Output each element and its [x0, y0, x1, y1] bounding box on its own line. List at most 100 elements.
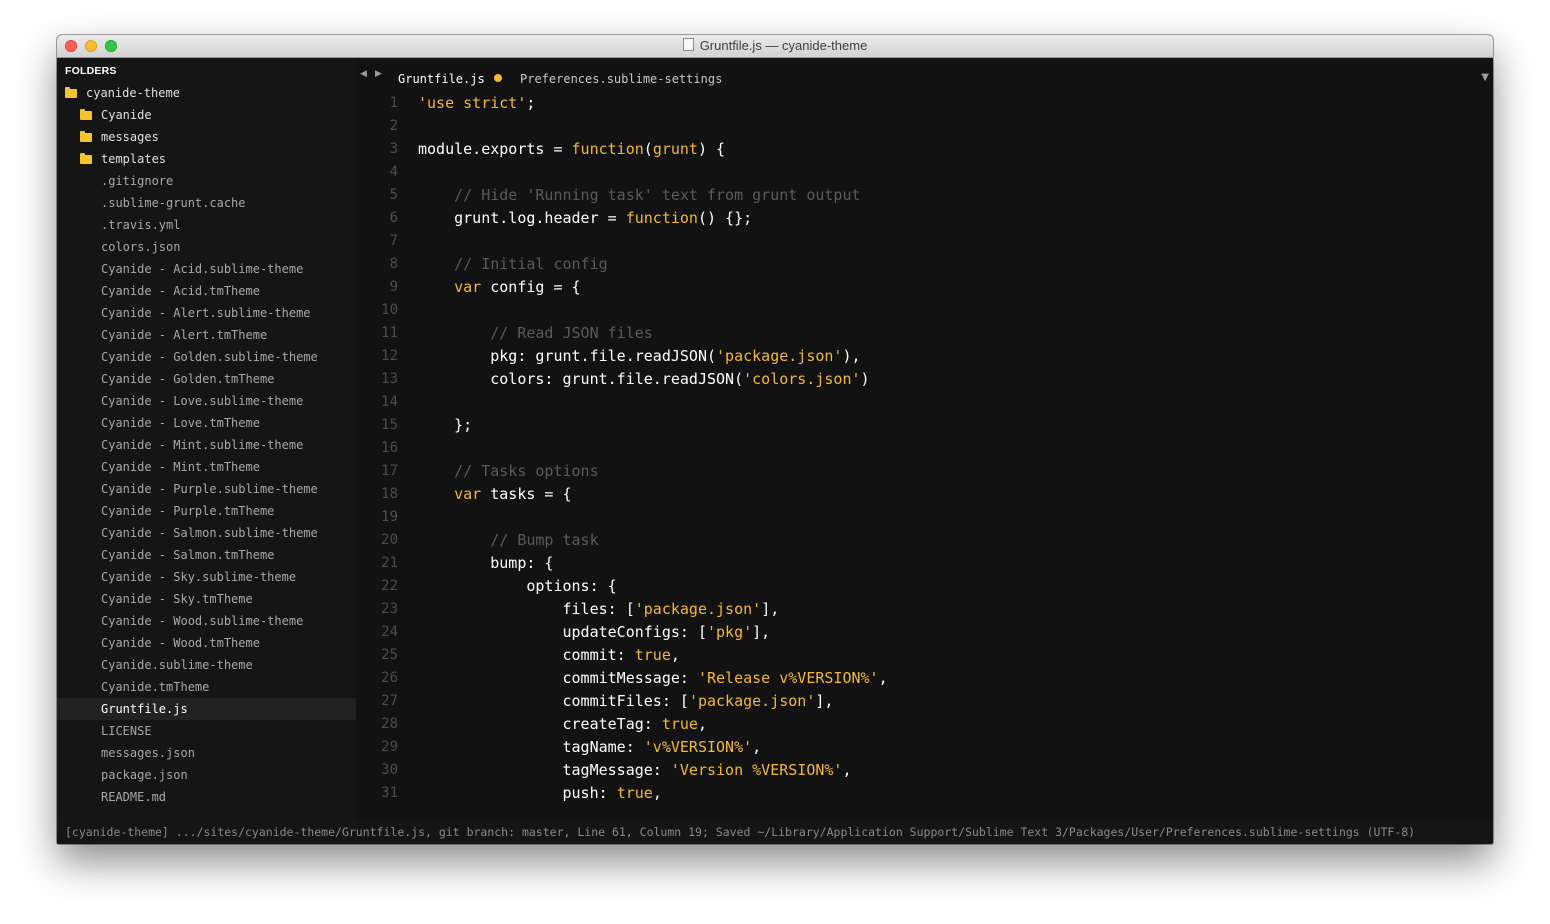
code-token: grunt	[652, 140, 698, 158]
code-line[interactable]: 14	[356, 391, 1493, 414]
code-line[interactable]: 16	[356, 437, 1493, 460]
tree-file[interactable]: Cyanide - Golden.tmTheme	[57, 368, 356, 390]
code-line[interactable]: 4	[356, 161, 1493, 184]
code-token: tagName:	[418, 738, 644, 756]
code-line[interactable]: 23 files: ['package.json'],	[356, 598, 1493, 621]
code-text: commitFiles: ['package.json'],	[418, 690, 833, 713]
tree-file[interactable]: Cyanide.sublime-theme	[57, 654, 356, 676]
tree-folder[interactable]: messages	[57, 126, 356, 148]
line-number: 29	[381, 739, 398, 755]
line-number: 20	[381, 532, 398, 548]
tree-file[interactable]: Cyanide - Wood.sublime-theme	[57, 610, 356, 632]
tab-scroll-right-icon[interactable]: ▶	[375, 69, 382, 79]
tree-file[interactable]: Cyanide - Alert.tmTheme	[57, 324, 356, 346]
line-number: 19	[381, 509, 398, 525]
tree-file[interactable]: Cyanide - Mint.tmTheme	[57, 456, 356, 478]
code-line[interactable]: 25 commit: true,	[356, 644, 1493, 667]
code-line[interactable]: 24 updateConfigs: ['pkg'],	[356, 621, 1493, 644]
code-line[interactable]: 3 module.exports = function(grunt) {	[356, 138, 1493, 161]
tree-file[interactable]: .travis.yml	[57, 214, 356, 236]
tree-file[interactable]: colors.json	[57, 236, 356, 258]
minimize-window-button[interactable]	[85, 40, 97, 52]
tree-file[interactable]: Cyanide - Alert.sublime-theme	[57, 302, 356, 324]
tab-preferences[interactable]: Preferences.sublime-settings	[520, 58, 722, 92]
tree-file[interactable]: Cyanide - Wood.tmTheme	[57, 632, 356, 654]
code-token: true	[616, 784, 653, 802]
code-line[interactable]: 6 grunt.log.header = function() {};	[356, 207, 1493, 230]
tree-file[interactable]: messages.json	[57, 742, 356, 764]
code-token: 'package.json'	[634, 600, 762, 618]
code-line[interactable]: 13 colors: grunt.file.readJSON('colors.j…	[356, 368, 1493, 391]
tree-item-label: Cyanide - Acid.tmTheme	[101, 284, 260, 298]
code-token: push:	[418, 784, 617, 802]
tree-file[interactable]: Cyanide - Purple.sublime-theme	[57, 478, 356, 500]
tree-file[interactable]: Cyanide - Mint.sublime-theme	[57, 434, 356, 456]
code-line[interactable]: 29 tagName: 'v%VERSION%',	[356, 736, 1493, 759]
tree-file[interactable]: .gitignore	[57, 170, 356, 192]
tree-file[interactable]: README.md	[57, 786, 356, 808]
code-line[interactable]: 7	[356, 230, 1493, 253]
code-line[interactable]: 10	[356, 299, 1493, 322]
tree-file[interactable]: Cyanide - Love.sublime-theme	[57, 390, 356, 412]
code-line[interactable]: 20 // Bump task	[356, 529, 1493, 552]
tree-file[interactable]: Cyanide - Golden.sublime-theme	[57, 346, 356, 368]
code-line[interactable]: 1 'use strict';	[356, 92, 1493, 115]
tree-item-label: README.md	[101, 790, 167, 804]
tree-folder[interactable]: templates	[57, 148, 356, 170]
close-window-button[interactable]	[65, 40, 77, 52]
code-token: function	[625, 209, 698, 227]
tab-gruntfile[interactable]: Gruntfile.js	[398, 58, 502, 92]
code-line[interactable]: 27 commitFiles: ['package.json'],	[356, 690, 1493, 713]
code-text: var tasks = {	[418, 483, 571, 506]
code-line[interactable]: 30 tagMessage: 'Version %VERSION%',	[356, 759, 1493, 782]
line-number: 14	[381, 394, 398, 410]
code-line[interactable]: 9 var config = {	[356, 276, 1493, 299]
tree-file[interactable]: LICENSE	[57, 720, 356, 742]
tree-root-folder[interactable]: cyanide-theme	[57, 82, 356, 104]
tree-file[interactable]: Cyanide - Purple.tmTheme	[57, 500, 356, 522]
code-line[interactable]: 2	[356, 115, 1493, 138]
tree-file[interactable]: Cyanide - Acid.tmTheme	[57, 280, 356, 302]
code-line[interactable]: 26 commitMessage: 'Release v%VERSION%',	[356, 667, 1493, 690]
tree-item-label: Cyanide.tmTheme	[101, 680, 210, 694]
code-line[interactable]: 17 // Tasks options	[356, 460, 1493, 483]
tree-file[interactable]: .sublime-grunt.cache	[57, 192, 356, 214]
tab-list-dropdown-icon[interactable]: ▼	[1481, 72, 1489, 83]
tree-item-label: Cyanide - Golden.tmTheme	[101, 372, 275, 386]
code-token: module.exports =	[418, 140, 572, 158]
tree-file-selected[interactable]: Gruntfile.js	[57, 698, 356, 720]
tree-file[interactable]: Cyanide - Love.tmTheme	[57, 412, 356, 434]
code-line[interactable]: 15 };	[356, 414, 1493, 437]
tree-item-label: messages.json	[101, 746, 195, 760]
tree-file[interactable]: Cyanide - Salmon.tmTheme	[57, 544, 356, 566]
code-line[interactable]: 22 options: {	[356, 575, 1493, 598]
code-line[interactable]: 31 push: true,	[356, 782, 1493, 805]
tree-file[interactable]: Cyanide - Acid.sublime-theme	[57, 258, 356, 280]
tree-item-label: Cyanide - Wood.tmTheme	[101, 636, 260, 650]
tree-item-label: package.json	[101, 768, 188, 782]
code-line[interactable]: 12 pkg: grunt.file.readJSON('package.jso…	[356, 345, 1493, 368]
line-number: 23	[381, 601, 398, 617]
code-line[interactable]: 11 // Read JSON files	[356, 322, 1493, 345]
code-line[interactable]: 19	[356, 506, 1493, 529]
tree-file[interactable]: Cyanide - Sky.tmTheme	[57, 588, 356, 610]
code-token: bump: {	[418, 554, 554, 572]
tree-file[interactable]: Cyanide - Salmon.sublime-theme	[57, 522, 356, 544]
code-editor[interactable]: 1'use strict'; 2 3 module.exports = functio…	[356, 92, 1493, 821]
line-number: 28	[381, 716, 398, 732]
code-line[interactable]: 21 bump: {	[356, 552, 1493, 575]
line-number: 5	[389, 187, 398, 203]
zoom-window-button[interactable]	[105, 40, 117, 52]
code-line[interactable]: 18 var tasks = {	[356, 483, 1493, 506]
tab-scroll-left-icon[interactable]: ◀	[360, 69, 367, 79]
tree-file[interactable]: package.json	[57, 764, 356, 786]
tree-folder[interactable]: Cyanide	[57, 104, 356, 126]
code-line[interactable]: 5 // Hide 'Running task' text from grunt…	[356, 184, 1493, 207]
editor-window: Gruntfile.js — cyanide-theme FOLDERS cya…	[57, 35, 1493, 844]
code-line[interactable]: 28 createTag: true,	[356, 713, 1493, 736]
tree-file[interactable]: Cyanide.tmTheme	[57, 676, 356, 698]
code-text: // Tasks options	[418, 460, 599, 483]
tree-file[interactable]: Cyanide - Sky.sublime-theme	[57, 566, 356, 588]
code-line[interactable]: 8 // Initial config	[356, 253, 1493, 276]
